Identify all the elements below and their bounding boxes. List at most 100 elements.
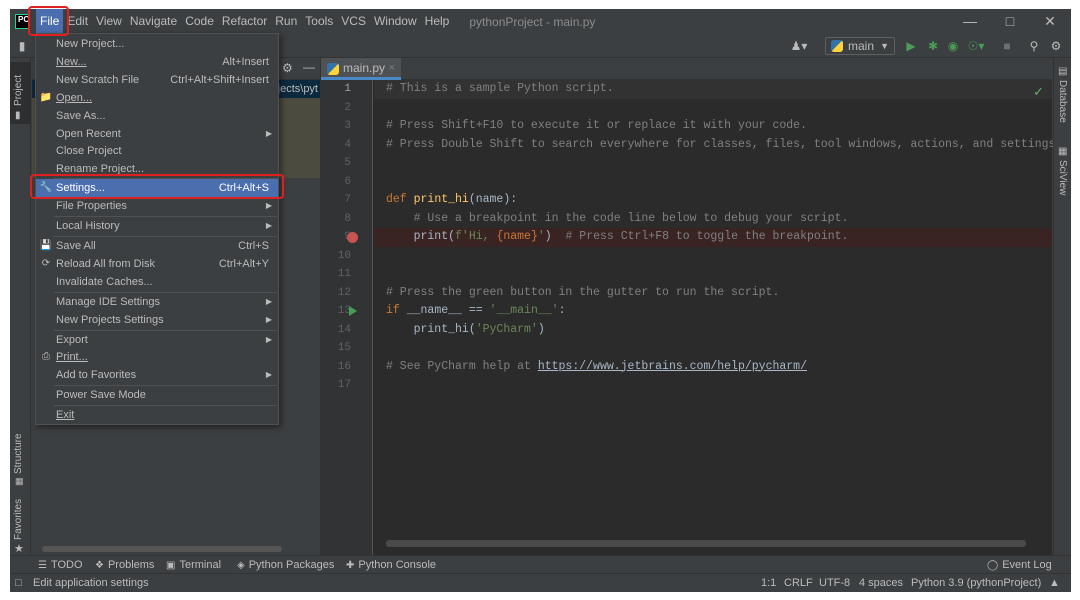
- menu-item-new-scratch-file[interactable]: New Scratch File Ctrl+Alt+Shift+Insert: [36, 71, 278, 89]
- tab-database[interactable]: ▤ Database: [1054, 62, 1071, 134]
- tab-structure[interactable]: Structure ▦: [10, 426, 31, 486]
- breakpoint-icon[interactable]: [347, 232, 358, 243]
- tool-python-console-button[interactable]: ✚ Python Console: [346, 556, 436, 574]
- file-encoding[interactable]: UTF-8: [819, 574, 850, 592]
- function-name-text: print_hi: [413, 193, 469, 206]
- search-icon[interactable]: ⚲: [1027, 37, 1041, 55]
- tab-project-label: Project: [13, 74, 24, 106]
- coverage-icon[interactable]: ◉: [946, 37, 960, 55]
- string-text: 'PyCharm': [475, 322, 538, 336]
- hide-panel-icon[interactable]: —: [303, 60, 315, 74]
- tab-favorites[interactable]: Favorites ★: [10, 498, 31, 558]
- editor-area: main.py × 1 2 3 4 5 6 7 8 9 10 11 12 13 …: [321, 58, 1062, 555]
- editor-gutter[interactable]: 1 2 3 4 5 6 7 8 9 10 11 12 13 14 15 16 1…: [321, 80, 373, 555]
- menu-item-label: Open...: [56, 92, 93, 104]
- python-interpreter[interactable]: Python 3.9 (pythonProject): [911, 574, 1041, 592]
- tool-event-log-button[interactable]: ◯ Event Log: [987, 556, 1052, 574]
- menu-item-close-project[interactable]: Close Project: [36, 142, 278, 160]
- editor-tab-main-py[interactable]: main.py ×: [321, 58, 401, 80]
- gear-icon[interactable]: ⚙: [282, 61, 293, 75]
- indent-setting[interactable]: 4 spaces: [859, 574, 903, 592]
- menu-item-local-history[interactable]: Local History ▶: [36, 217, 278, 235]
- code-line: # This is a sample Python script.: [374, 80, 1052, 99]
- close-tab-icon[interactable]: ×: [389, 58, 395, 78]
- comment-text: # Press Shift+F10 to execute it or repla…: [386, 119, 807, 132]
- menu-item-invalidate-caches[interactable]: Invalidate Caches...: [36, 273, 278, 291]
- menu-item-open[interactable]: 📁 Open...: [36, 89, 278, 107]
- menu-item-new-projects-settings[interactable]: New Projects Settings ▶: [36, 311, 278, 329]
- menu-window[interactable]: Window: [370, 9, 421, 34]
- menu-navigate[interactable]: Navigate: [126, 9, 181, 34]
- caret-position[interactable]: 1:1: [761, 574, 776, 592]
- menu-run[interactable]: Run: [271, 9, 301, 34]
- menu-item-label: Exit: [56, 409, 75, 421]
- line-number: 13: [337, 305, 351, 317]
- tab-project[interactable]: Project ▮: [10, 62, 31, 124]
- line-number: 8: [344, 212, 351, 225]
- profile-icon[interactable]: ☉▾: [965, 37, 987, 55]
- stop-icon[interactable]: ■: [1000, 37, 1014, 55]
- submenu-arrow-icon: ▶: [265, 221, 272, 230]
- tool-problems-button[interactable]: ❖ Problems: [95, 556, 154, 574]
- code-editor[interactable]: # This is a sample Python script. # Pres…: [374, 80, 1062, 555]
- menu-view[interactable]: View: [92, 9, 126, 34]
- fstring-var-text: {name}: [496, 230, 538, 243]
- menu-item-export[interactable]: Export ▶: [36, 331, 278, 349]
- close-window-button[interactable]: ✕: [1030, 9, 1070, 34]
- string-text: ': [537, 230, 545, 243]
- folder-open-icon: 📁: [39, 92, 53, 103]
- run-gutter-icon[interactable]: [349, 306, 357, 316]
- line-number: 7: [344, 194, 351, 206]
- tool-todo-button[interactable]: ☰ TODO: [38, 556, 83, 574]
- run-icon[interactable]: ▶: [904, 37, 918, 55]
- menu-item-save-all[interactable]: 💾 Save All Ctrl+S: [36, 237, 278, 255]
- menu-item-open-recent[interactable]: Open Recent ▶: [36, 125, 278, 143]
- folder-icon[interactable]: ▮: [15, 37, 29, 55]
- project-horizontal-scrollbar[interactable]: [42, 546, 282, 552]
- tool-event-log-label: Event Log: [1002, 559, 1052, 571]
- tool-python-packages-button[interactable]: ◈ Python Packages: [237, 556, 334, 574]
- inspection-ok-icon[interactable]: ✓: [1033, 84, 1044, 100]
- menu-item-new-project[interactable]: New Project...: [36, 35, 278, 53]
- menu-refactor[interactable]: Refactor: [218, 9, 271, 34]
- run-configuration-select[interactable]: main ▼: [825, 37, 895, 55]
- menu-item-file-properties[interactable]: File Properties ▶: [36, 197, 278, 215]
- menu-item-manage-ide-settings[interactable]: Manage IDE Settings ▶: [36, 293, 278, 311]
- line-separator[interactable]: CRLF: [784, 574, 813, 592]
- maximize-button[interactable]: □: [990, 9, 1030, 34]
- code-line: # Press Double Shift to search everywher…: [374, 136, 1062, 155]
- save-icon: 💾: [39, 240, 53, 251]
- tab-sciview[interactable]: ▦ SciView: [1054, 142, 1071, 204]
- gear-icon[interactable]: ⚙: [1049, 37, 1063, 55]
- debug-icon[interactable]: ✱: [926, 37, 940, 55]
- menu-item-print[interactable]: ⎙ Print...: [36, 348, 278, 366]
- menu-help[interactable]: Help: [421, 9, 454, 34]
- menu-vcs[interactable]: VCS: [337, 9, 370, 34]
- minimize-button[interactable]: —: [950, 9, 990, 34]
- menu-item-label: Open Recent: [56, 128, 121, 140]
- menu-item-label: Manage IDE Settings: [56, 296, 160, 308]
- menu-item-label: Power Save Mode: [56, 389, 146, 401]
- menu-item-power-save-mode[interactable]: Power Save Mode: [36, 386, 278, 404]
- editor-horizontal-scrollbar[interactable]: [386, 540, 1026, 547]
- toggle-tool-windows-icon[interactable]: □: [15, 574, 22, 592]
- line-number: 5: [344, 157, 351, 169]
- help-link[interactable]: https://www.jetbrains.com/help/pycharm/: [538, 360, 807, 373]
- menu-item-new[interactable]: New... Alt+Insert: [36, 53, 278, 71]
- reload-icon: ⟳: [41, 258, 51, 269]
- tool-problems-label: Problems: [107, 559, 155, 571]
- menu-item-reload-all[interactable]: ⟳ Reload All from Disk Ctrl+Alt+Y: [36, 255, 278, 273]
- menu-code[interactable]: Code: [181, 9, 218, 34]
- lock-icon[interactable]: ▲: [1049, 574, 1060, 592]
- submenu-arrow-icon: ▶: [265, 370, 272, 379]
- menu-item-add-to-favorites[interactable]: Add to Favorites ▶: [36, 366, 278, 384]
- code-line: if __name__ == '__main__':: [374, 302, 1052, 321]
- menu-item-save-as[interactable]: Save As...: [36, 107, 278, 125]
- user-account-icon[interactable]: ♟▾: [787, 37, 811, 55]
- tool-terminal-button[interactable]: ▣ Terminal: [166, 556, 221, 574]
- file-menu-dropdown: New Project... New... Alt+Insert New Scra…: [35, 33, 279, 425]
- code-line: # Use a breakpoint in the code line belo…: [374, 210, 1052, 229]
- menu-item-exit[interactable]: Exit: [36, 406, 278, 424]
- menu-tools[interactable]: Tools: [301, 9, 337, 34]
- tab-favorites-label: Favorites: [13, 498, 24, 540]
